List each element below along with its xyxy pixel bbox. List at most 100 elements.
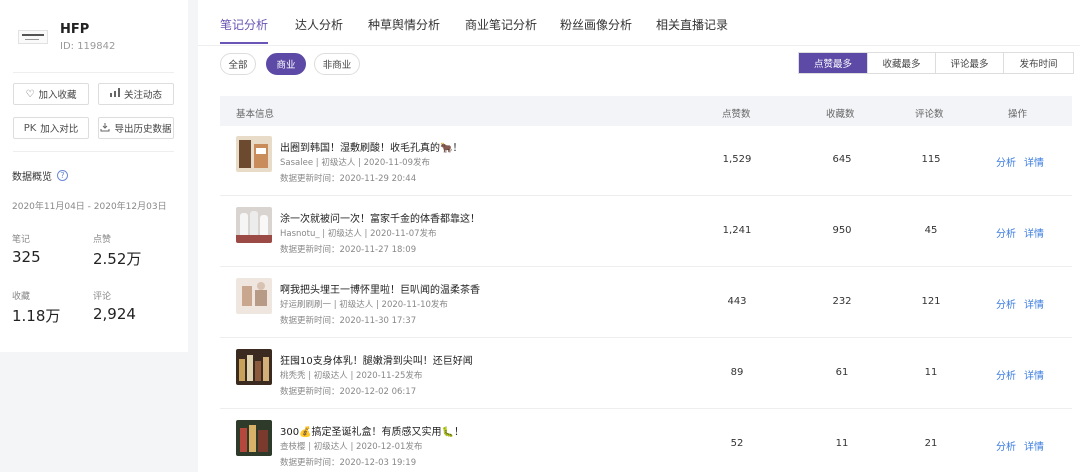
note-title[interactable]: 出圈到韩国！湿敷刷酸！收毛孔真的🐂！ — [280, 139, 462, 154]
date-range: 2020年11月04日 - 2020年12月03日 — [12, 202, 167, 212]
collects-count: 645 — [832, 154, 852, 165]
note-updated: 数据更新时间：2020-11-29 20:44 — [280, 174, 417, 184]
table-row: 啊我把头埋王一博怀里啦！巨叭闻的温柔茶香 好运刷刷刷一 | 初级达人 | 202… — [220, 268, 1072, 338]
table-row: 出圈到韩国！湿敷刷酸！收毛孔真的🐂！ Sasalee | 初级达人 | 2020… — [220, 126, 1072, 196]
stat-value-collects: 1.18万 — [12, 307, 61, 325]
detail-link[interactable]: 详情 — [1024, 225, 1044, 240]
comments-count: 11 — [924, 367, 938, 378]
sort-publish-time[interactable]: 发布时间 — [1003, 53, 1073, 73]
detail-link[interactable]: 详情 — [1024, 296, 1044, 311]
comments-count: 115 — [921, 154, 941, 165]
note-meta: 查枝樱 | 初级达人 | 2020-12-01发布 — [280, 442, 423, 452]
active-tab-indicator — [220, 42, 268, 44]
divider — [13, 151, 174, 152]
follow-updates-button[interactable]: 关注动态 — [98, 83, 174, 105]
sort-most-likes[interactable]: 点赞最多 — [799, 53, 867, 73]
collects-count: 61 — [835, 367, 849, 378]
stat-label-collects: 收藏 — [12, 292, 31, 302]
sort-group: 点赞最多 收藏最多 评论最多 发布时间 — [798, 52, 1074, 74]
brand-header: HFP ID: 119842 — [14, 20, 184, 60]
likes-count: 89 — [730, 367, 744, 378]
analyze-link[interactable]: 分析 — [996, 296, 1016, 311]
likes-count: 1,529 — [722, 154, 752, 165]
likes-count: 52 — [730, 438, 744, 449]
note-updated: 数据更新时间：2020-11-30 17:37 — [280, 316, 417, 326]
tab-fan-profile-analysis[interactable]: 粉丝画像分析 — [560, 16, 632, 33]
sort-most-comments[interactable]: 评论最多 — [935, 53, 1003, 73]
table-row: 涂一次就被问一次！富家千金的体香都靠这！ Hasnotu_ | 初级达人 | 2… — [220, 197, 1072, 267]
note-meta: 好运刷刷刷一 | 初级达人 | 2020-11-10发布 — [280, 300, 448, 310]
stat-label-likes: 点赞 — [93, 235, 112, 245]
analyze-link[interactable]: 分析 — [996, 225, 1016, 240]
note-thumbnail[interactable] — [236, 420, 272, 456]
note-meta: Hasnotu_ | 初级达人 | 2020-11-07发布 — [280, 229, 437, 239]
main-panel: 笔记分析 达人分析 种草舆情分析 商业笔记分析 粉丝画像分析 相关直播记录 全部… — [198, 0, 1080, 472]
row-actions: 分析 详情 — [996, 438, 1044, 453]
add-favorite-button[interactable]: ♡ 加入收藏 — [13, 83, 89, 105]
collects-count: 950 — [832, 225, 852, 236]
note-title[interactable]: 狂囤10支身体乳！腿嫩滑到尖叫！还巨好闻 — [280, 352, 473, 367]
header-basic-info: 基本信息 — [236, 109, 275, 120]
note-meta: Sasalee | 初级达人 | 2020-11-09发布 — [280, 158, 430, 168]
analyze-link[interactable]: 分析 — [996, 438, 1016, 453]
help-icon[interactable]: ? — [57, 170, 68, 181]
note-title[interactable]: 啊我把头埋王一博怀里啦！巨叭闻的温柔茶香 — [280, 281, 480, 296]
download-icon — [100, 122, 110, 135]
analyze-link[interactable]: 分析 — [996, 367, 1016, 382]
note-updated: 数据更新时间：2020-12-03 19:19 — [280, 458, 417, 468]
stat-value-notes: 325 — [12, 248, 41, 266]
tab-influencer-analysis[interactable]: 达人分析 — [295, 16, 343, 33]
stat-label-notes: 笔记 — [12, 235, 31, 245]
likes-count: 1,241 — [722, 225, 752, 236]
detail-link[interactable]: 详情 — [1024, 154, 1044, 169]
tab-sentiment-analysis[interactable]: 种草舆情分析 — [368, 16, 440, 33]
tab-note-analysis[interactable]: 笔记分析 — [220, 16, 268, 33]
sort-most-collects[interactable]: 收藏最多 — [867, 53, 935, 73]
detail-link[interactable]: 详情 — [1024, 438, 1044, 453]
export-history-button[interactable]: 导出历史数据 — [98, 117, 174, 139]
row-actions: 分析 详情 — [996, 154, 1044, 169]
brand-id: ID: 119842 — [60, 41, 116, 52]
table-header: 基本信息 点赞数 收藏数 评论数 操作 — [220, 96, 1072, 126]
row-actions: 分析 详情 — [996, 367, 1044, 382]
header-actions: 操作 — [1008, 109, 1028, 120]
pk-icon: PK — [23, 122, 37, 134]
note-updated: 数据更新时间：2020-11-27 18:09 — [280, 245, 417, 255]
tab-business-note-analysis[interactable]: 商业笔记分析 — [465, 16, 537, 33]
comments-count: 121 — [921, 296, 941, 307]
comments-count: 21 — [924, 438, 938, 449]
note-updated: 数据更新时间：2020-12-02 06:17 — [280, 387, 417, 397]
note-title[interactable]: 300💰搞定圣诞礼盒！有质感又实用🐛！ — [280, 423, 464, 438]
likes-count: 443 — [727, 296, 747, 307]
overview-title: 数据概览 ? — [12, 168, 68, 183]
row-actions: 分析 详情 — [996, 225, 1044, 240]
row-actions: 分析 详情 — [996, 296, 1044, 311]
tab-bar: 笔记分析 达人分析 种草舆情分析 商业笔记分析 粉丝画像分析 相关直播记录 — [198, 0, 1080, 46]
comments-count: 45 — [924, 225, 938, 236]
note-thumbnail[interactable] — [236, 278, 272, 314]
analyze-link[interactable]: 分析 — [996, 154, 1016, 169]
filter-all[interactable]: 全部 — [220, 53, 256, 75]
filter-business[interactable]: 商业 — [266, 53, 306, 75]
collects-count: 11 — [835, 438, 849, 449]
add-compare-button[interactable]: PK 加入对比 — [13, 117, 89, 139]
note-meta: 桃秃秃 | 初级达人 | 2020-11-25发布 — [280, 371, 423, 381]
table-row: 300💰搞定圣诞礼盒！有质感又实用🐛！ 查枝樱 | 初级达人 | 2020-12… — [220, 410, 1072, 472]
header-collects: 收藏数 — [826, 109, 855, 120]
note-thumbnail[interactable] — [236, 207, 272, 243]
chart-icon — [109, 88, 120, 100]
sidebar: HFP ID: 119842 ♡ 加入收藏 关注动态 PK 加入对比 导出历史数… — [0, 0, 188, 352]
detail-link[interactable]: 详情 — [1024, 367, 1044, 382]
filter-non-business[interactable]: 非商业 — [314, 53, 360, 75]
divider — [13, 72, 174, 73]
stat-value-likes: 2.52万 — [93, 250, 142, 268]
header-comments: 评论数 — [915, 109, 944, 120]
note-thumbnail[interactable] — [236, 136, 272, 172]
header-likes: 点赞数 — [722, 109, 751, 120]
note-title[interactable]: 涂一次就被问一次！富家千金的体香都靠这！ — [280, 210, 480, 225]
note-thumbnail[interactable] — [236, 349, 272, 385]
tab-live-records[interactable]: 相关直播记录 — [656, 16, 728, 33]
brand-name: HFP — [60, 22, 90, 37]
stat-label-comments: 评论 — [93, 292, 112, 302]
table-row: 狂囤10支身体乳！腿嫩滑到尖叫！还巨好闻 桃秃秃 | 初级达人 | 2020-1… — [220, 339, 1072, 409]
